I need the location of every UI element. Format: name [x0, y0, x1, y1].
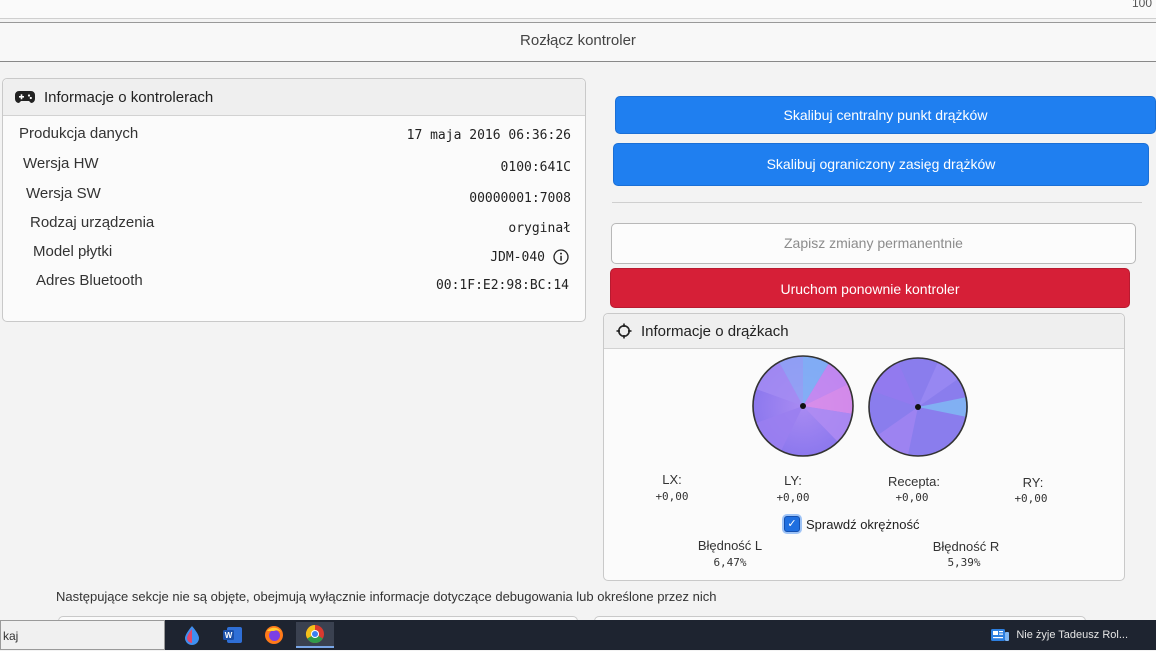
info-row-production-date: Produkcja danych 17 maja 2016 06:36:26 [3, 125, 585, 153]
info-row-hw-version: Wersja HW 0100:641C [3, 155, 585, 183]
info-row-board-model: Model płytki JDM-040 [3, 243, 585, 271]
restart-controller-button[interactable]: Uruchom ponownie kontroler [610, 268, 1130, 308]
news-icon [991, 628, 1010, 642]
info-label: Produkcja danych [19, 125, 139, 142]
info-label: Rodzaj urządzenia [30, 214, 155, 231]
info-label: Adres Bluetooth [36, 272, 143, 289]
debug-sections-note: Następujące sekcje nie są objęte, obejmu… [56, 589, 717, 604]
info-value: 17 maja 2016 06:36:26 [406, 128, 571, 143]
axis-label-lx: LX: [662, 472, 682, 487]
axis-value-recepta: +0,00 [895, 491, 929, 504]
board-model-value-wrap: JDM-040 [490, 249, 569, 265]
divider [612, 202, 1142, 203]
axis-value-ly: +0,00 [776, 491, 810, 504]
checkbox-checked-icon[interactable]: ✓ [784, 516, 800, 532]
calibrate-range-button[interactable]: Skalibuj ograniczony zasięg drążków [613, 143, 1149, 186]
info-row-device-type: Rodzaj urządzenia oryginał [3, 214, 585, 242]
info-value: 00000001:7008 [469, 191, 571, 206]
info-label: Wersja HW [23, 155, 99, 172]
gamepad-icon [15, 90, 35, 104]
axis-value-lx: +0,00 [655, 490, 689, 503]
info-value: 00:1F:E2:98:BC:14 [435, 278, 569, 293]
error-right-value: 5,39% [947, 556, 981, 569]
zoom-indicator: 100 [1131, 0, 1152, 10]
info-label: Model płytki [33, 243, 113, 260]
info-value: oryginał [508, 221, 571, 236]
check-circularity-label: Sprawdź okrężność [806, 516, 920, 532]
crosshair-icon [616, 323, 632, 339]
right-stick-circle [868, 357, 969, 457]
axis-value-ry: +0,00 [1014, 492, 1048, 505]
top-strip: 100 [0, 0, 1156, 19]
info-row-bluetooth: Adres Bluetooth 00:1F:E2:98:BC:14 [3, 272, 585, 300]
taskbar: kaj W Nie żyje Tadeusz Rol... [0, 620, 1156, 650]
check-circularity-toggle[interactable]: ✓ Sprawdź okrężność [784, 516, 919, 532]
stick-info-header: Informacje o drążkach [604, 314, 1124, 349]
taskbar-search-field[interactable]: kaj [0, 620, 165, 650]
svg-text:W: W [225, 631, 233, 640]
disconnect-controller-button[interactable]: Rozłącz kontroler [0, 22, 1156, 62]
save-permanent-button[interactable]: Zapisz zmiany permanentnie [611, 223, 1136, 264]
drop-app-icon[interactable] [173, 622, 211, 648]
controller-info-card: Informacje o kontrolerach Produkcja dany… [2, 78, 586, 322]
chrome-icon[interactable] [296, 622, 334, 648]
stick-info-title: Informacje o drążkach [641, 322, 789, 340]
info-label: Wersja SW [26, 185, 101, 202]
news-widget[interactable]: Nie żyje Tadeusz Rol... [991, 620, 1128, 650]
news-headline: Nie żyje Tadeusz Rol... [1016, 629, 1128, 641]
word-icon[interactable]: W [214, 622, 252, 648]
stick-circularity-plot [752, 355, 969, 457]
info-row-sw-version: Wersja SW 00000001:7008 [3, 185, 585, 213]
left-stick-circle [752, 355, 854, 457]
firefox-icon[interactable] [255, 622, 293, 648]
controller-info-header: Informacje o kontrolerach [3, 79, 585, 116]
error-right-label: Błędność R [932, 539, 1000, 554]
calibrate-center-button[interactable]: Skalibuj centralny punkt drążków [615, 96, 1156, 134]
info-icon[interactable] [553, 249, 569, 265]
info-value: 0100:641C [500, 160, 571, 175]
controller-info-title: Informacje o kontrolerach [44, 88, 214, 106]
axis-label-ly: LY: [784, 473, 802, 488]
axis-label-recepta: Recepta: [887, 474, 941, 489]
axis-label-ry: RY: [1022, 475, 1044, 490]
error-left-label: Błędność L [697, 538, 763, 553]
info-value: JDM-040 [490, 249, 545, 265]
error-left-value: 6,47% [713, 556, 747, 569]
